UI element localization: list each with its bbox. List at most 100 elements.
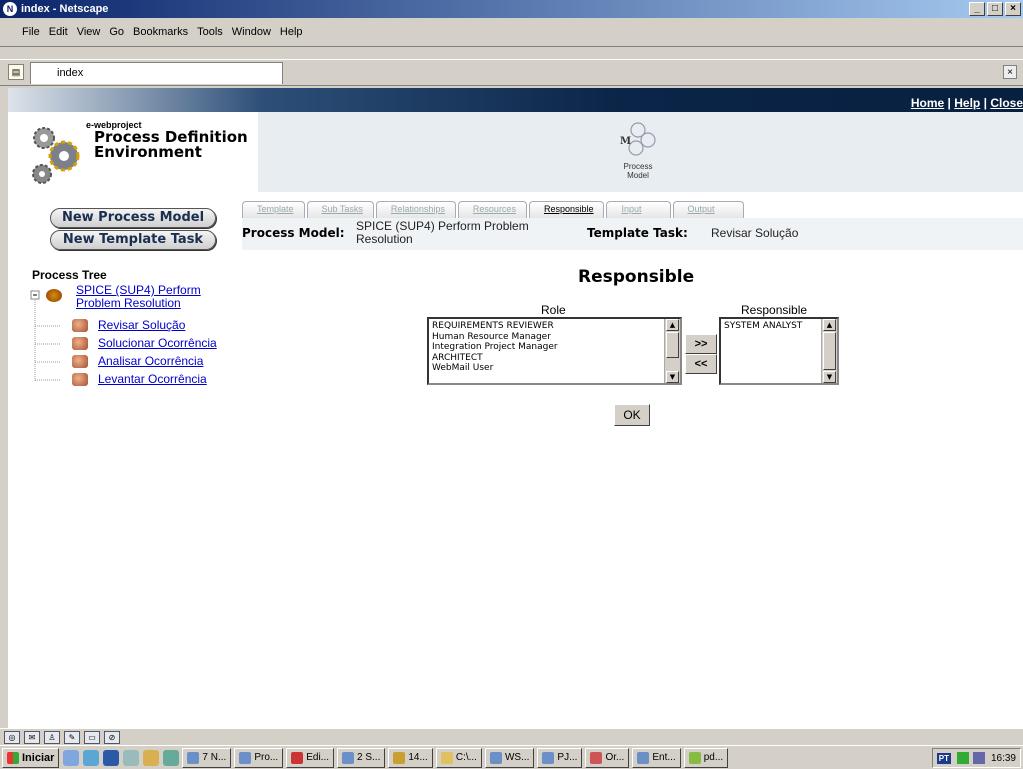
role-option[interactable]: ARCHITECT <box>432 353 677 364</box>
scroll-thumb[interactable] <box>823 332 836 370</box>
quicklaunch-extra-icon[interactable] <box>163 749 180 766</box>
taskbar-item[interactable]: 7 N... <box>182 747 232 768</box>
tree-item-levantar-ocorrencia[interactable]: Levantar Ocorrência <box>98 372 207 386</box>
taskbar-item[interactable]: Or... <box>585 747 630 768</box>
app-icon <box>187 751 200 764</box>
taskbar-item[interactable]: Ent... <box>632 747 681 768</box>
tab-responsible[interactable]: Responsible <box>528 201 605 218</box>
system-tray: PT 16:39 <box>931 748 1021 768</box>
menu-file[interactable]: File <box>22 26 40 38</box>
taskbar-item[interactable]: C:\... <box>435 747 482 768</box>
composer-icon[interactable]: ✎ <box>64 730 80 744</box>
app-icon <box>239 751 252 764</box>
tree-item-analisar-ocorrencia[interactable]: Analisar Ocorrência <box>98 354 203 368</box>
taskbar-item[interactable]: pd... <box>683 747 729 768</box>
tab-input[interactable]: Input <box>606 201 671 218</box>
responsible-scrollbar[interactable]: ▲ ▼ <box>821 319 837 383</box>
role-column-header: Role <box>541 303 566 317</box>
navigator-icon[interactable]: ◎ <box>4 730 20 744</box>
home-link[interactable]: Home <box>911 96 944 110</box>
add-responsible-button[interactable]: >> <box>685 334 717 354</box>
role-option[interactable]: Integration Project Manager <box>432 342 677 353</box>
taskbar-item[interactable]: Edi... <box>286 747 335 768</box>
tree-root-link[interactable]: SPICE (SUP4) Perform Problem Resolution <box>76 284 201 310</box>
tab-sub-tasks[interactable]: Sub Tasks <box>306 201 374 218</box>
task-icon <box>72 373 88 386</box>
tray-app-icon[interactable] <box>956 752 969 764</box>
process-model-label: Process Model: <box>242 226 345 240</box>
responsible-listbox[interactable]: SYSTEM ANALYST ▲ ▼ <box>719 317 839 385</box>
quicklaunch-mail-icon[interactable] <box>123 749 140 766</box>
tab-output[interactable]: Output <box>672 201 744 218</box>
menu-window[interactable]: Window <box>232 26 271 38</box>
taskbar-item-label: Or... <box>605 752 625 763</box>
scroll-up-icon[interactable]: ▲ <box>666 319 679 331</box>
taskbar-item[interactable]: WS... <box>484 747 535 768</box>
tab-template[interactable]: Template <box>242 201 305 218</box>
address-book-icon[interactable]: ▭ <box>84 730 100 744</box>
new-process-model-button[interactable]: New Process Model <box>50 208 216 228</box>
scroll-thumb[interactable] <box>666 332 679 358</box>
ok-button[interactable]: OK <box>614 404 650 426</box>
remove-responsible-button[interactable]: << <box>685 354 717 374</box>
template-task-value: Revisar Solução <box>711 226 799 240</box>
menu-help[interactable]: Help <box>280 26 303 38</box>
menu-go[interactable]: Go <box>109 26 124 38</box>
scroll-down-icon[interactable]: ▼ <box>666 371 679 383</box>
quicklaunch-netscape-icon[interactable] <box>103 749 120 766</box>
tab-resources[interactable]: Resources <box>457 201 527 218</box>
header-links: Home | Help | Close <box>911 96 1023 110</box>
tray-network-icon[interactable] <box>972 752 985 764</box>
browser-tab-index[interactable]: index <box>30 62 283 84</box>
quicklaunch-tool-icon[interactable] <box>143 749 160 766</box>
process-model-logo-text-1: Process <box>623 162 653 171</box>
mail-icon[interactable]: ✉ <box>24 730 40 744</box>
tab-relationships[interactable]: Relationships <box>375 201 456 218</box>
taskbar-item[interactable]: PJ... <box>537 747 583 768</box>
svg-text:M: M <box>620 136 631 147</box>
role-listbox[interactable]: REQUIREMENTS REVIEWER Human Resource Man… <box>427 317 682 385</box>
role-option[interactable]: Human Resource Manager <box>432 332 677 343</box>
window-title-bar: N index - Netscape _ □ × <box>0 0 1023 18</box>
process-model-panel: M Process Model <box>258 112 1023 192</box>
responsible-option[interactable]: SYSTEM ANALYST <box>724 321 834 332</box>
app-icon <box>688 751 701 764</box>
menu-edit[interactable]: Edit <box>49 26 68 38</box>
taskbar-item-label: 14... <box>408 752 428 763</box>
new-template-task-button[interactable]: New Template Task <box>50 230 216 250</box>
window-title: index - Netscape <box>21 3 109 15</box>
minimize-button[interactable]: _ <box>969 2 985 16</box>
im-icon[interactable]: ♙ <box>44 730 60 744</box>
maximize-button[interactable]: □ <box>987 2 1003 16</box>
taskbar-item[interactable]: 14... <box>388 747 433 768</box>
taskbar-item[interactable]: 2 S... <box>337 747 386 768</box>
start-label: Iniciar <box>22 751 55 764</box>
start-button[interactable]: Iniciar <box>2 747 60 768</box>
tree-item-solucionar-ocorrencia[interactable]: Solucionar Ocorrência <box>98 336 217 350</box>
link-separator: | <box>983 96 987 110</box>
role-scrollbar[interactable]: ▲ ▼ <box>664 319 680 383</box>
app-icon <box>590 751 603 764</box>
scroll-down-icon[interactable]: ▼ <box>823 371 836 383</box>
close-button[interactable]: × <box>1005 2 1021 16</box>
role-option[interactable]: WebMail User <box>432 363 677 374</box>
close-link[interactable]: Close <box>990 96 1023 110</box>
tree-item-revisar-solucao[interactable]: Revisar Solução <box>98 318 185 332</box>
language-indicator[interactable]: PT <box>936 752 951 764</box>
section-tabs: Template Sub Tasks Relationships Resourc… <box>242 201 746 218</box>
close-tab-icon[interactable]: × <box>1003 65 1017 79</box>
app-icon <box>637 751 650 764</box>
taskbar-item[interactable]: Pro... <box>234 747 284 768</box>
menu-tools[interactable]: Tools <box>197 26 223 38</box>
help-link[interactable]: Help <box>954 96 980 110</box>
brand-title-line2: Environment <box>94 143 202 161</box>
scroll-up-icon[interactable]: ▲ <box>823 319 836 331</box>
app-icon <box>342 751 355 764</box>
security-icon[interactable]: ⊘ <box>104 730 120 744</box>
menu-bookmarks[interactable]: Bookmarks <box>133 26 188 38</box>
quicklaunch-ie-icon[interactable] <box>63 749 80 766</box>
window-controls: _ □ × <box>969 2 1021 16</box>
menu-view[interactable]: View <box>77 26 101 38</box>
quicklaunch-browser-icon[interactable] <box>83 749 100 766</box>
role-option[interactable]: REQUIREMENTS REVIEWER <box>432 321 677 332</box>
